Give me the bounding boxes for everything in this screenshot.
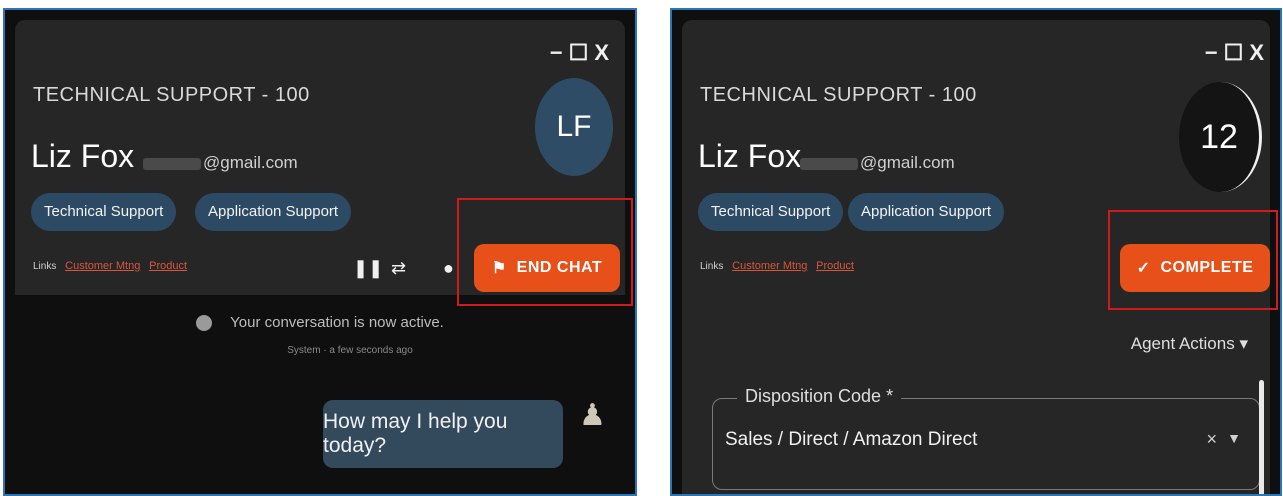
window-controls: −☐X [550, 40, 615, 66]
pause-icon[interactable]: ❚❚ [353, 258, 383, 279]
links-row: Links Customer Mtng Product [33, 260, 187, 272]
links-label: Links [33, 261, 57, 272]
minimize-icon[interactable]: − [550, 40, 569, 66]
system-icon [196, 315, 213, 332]
link-customer-mtng[interactable]: Customer Mtng [65, 260, 140, 272]
disposition-code-label: Disposition Code * [737, 386, 902, 407]
tag-technical-support: Technical Support [698, 193, 844, 231]
close-icon[interactable]: X [1249, 40, 1270, 66]
disposition-code-field[interactable]: Disposition Code * Sales / Direct / Amaz… [712, 386, 1260, 490]
agent-actions-menu[interactable]: Agent Actions ▾ [1131, 334, 1248, 354]
customer-email: @gmail.com [143, 153, 298, 173]
highlight-box [1108, 210, 1278, 310]
queue-title: TECHNICAL SUPPORT - 100 [33, 84, 310, 106]
close-icon[interactable]: X [594, 40, 615, 66]
customer-email-domain: @gmail.com [203, 153, 298, 172]
email-redaction [143, 157, 201, 170]
customer-email-domain: @gmail.com [860, 153, 955, 172]
email-redaction [800, 157, 858, 170]
tag-application-support: Application Support [848, 193, 1005, 231]
window-controls: −☐X [1205, 40, 1270, 66]
highlight-box [457, 198, 633, 306]
links-label: Links [700, 261, 724, 272]
link-customer-mtng[interactable]: Customer Mtng [732, 260, 807, 272]
queue-title: TECHNICAL SUPPORT - 100 [700, 84, 977, 106]
minimize-icon[interactable]: − [1205, 40, 1224, 66]
system-message: Your conversation is now active. [5, 314, 635, 332]
clear-icon[interactable]: × [1206, 429, 1217, 450]
links-row: Links Customer Mtng Product [700, 260, 854, 272]
chat-panel-active: −☐X TECHNICAL SUPPORT - 100 Liz Fox @gma… [3, 8, 637, 496]
wrapup-panel: −☐X TECHNICAL SUPPORT - 100 Liz Fox @gma… [670, 8, 1282, 496]
customer-name: Liz Fox [31, 138, 135, 174]
agent-message: How may I help you today? [323, 400, 563, 468]
avatar: LF [535, 78, 613, 176]
scrollbar[interactable] [1259, 380, 1264, 494]
agent-actions-label: Agent Actions [1130, 334, 1235, 353]
chevron-down-icon: ▾ [1239, 334, 1248, 353]
customer-name: Liz Fox [698, 138, 802, 174]
agent-avatar-icon: ♟ [579, 399, 606, 432]
more-icon[interactable]: ● [443, 258, 454, 279]
wrapup-timer: 12 [1179, 82, 1262, 192]
link-product[interactable]: Product [816, 260, 854, 272]
tag-technical-support: Technical Support [31, 193, 177, 231]
system-meta: System · a few seconds ago [287, 345, 413, 356]
dropdown-caret-icon[interactable]: ▼ [1227, 430, 1241, 446]
maximize-icon[interactable]: ☐ [1224, 40, 1250, 66]
customer-email: @gmail.com [800, 153, 955, 173]
disposition-code-value: Sales / Direct / Amazon Direct [725, 429, 978, 450]
link-product[interactable]: Product [149, 260, 187, 272]
transfer-icon[interactable]: ⇄ [391, 258, 406, 279]
tag-application-support: Application Support [195, 193, 352, 231]
maximize-icon[interactable]: ☐ [569, 40, 595, 66]
system-message-text: Your conversation is now active. [230, 314, 444, 331]
